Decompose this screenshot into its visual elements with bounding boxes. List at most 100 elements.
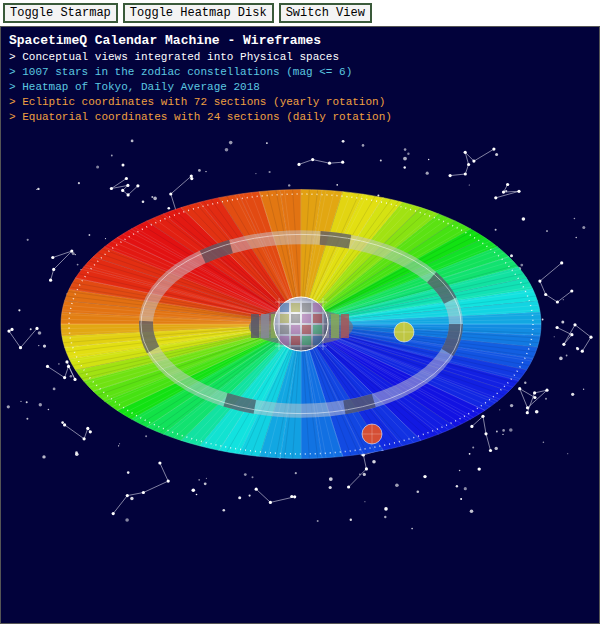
star bbox=[364, 501, 365, 502]
constellation bbox=[449, 148, 496, 178]
star bbox=[502, 429, 505, 432]
star bbox=[423, 475, 426, 478]
toolbar-button[interactable]: Toggle Starmap bbox=[3, 3, 118, 23]
star bbox=[566, 355, 568, 357]
constellation bbox=[255, 488, 297, 504]
constellation bbox=[297, 158, 344, 166]
star bbox=[119, 443, 120, 444]
star bbox=[127, 471, 130, 474]
star bbox=[426, 172, 429, 175]
star bbox=[38, 331, 42, 335]
star bbox=[288, 184, 290, 186]
star bbox=[384, 516, 386, 518]
star bbox=[571, 393, 574, 396]
star bbox=[377, 194, 379, 196]
star bbox=[464, 487, 467, 490]
star bbox=[198, 169, 201, 172]
star bbox=[75, 452, 79, 456]
toolbar: Toggle StarmapToggle Heatmap DiskSwitch … bbox=[0, 0, 600, 25]
star bbox=[36, 189, 37, 190]
star bbox=[153, 197, 157, 201]
constellation bbox=[110, 177, 140, 197]
star bbox=[145, 435, 147, 437]
star bbox=[576, 347, 579, 350]
star bbox=[252, 476, 254, 478]
star bbox=[20, 401, 21, 402]
star bbox=[151, 196, 153, 198]
star bbox=[53, 388, 56, 391]
star bbox=[576, 237, 577, 238]
constellation bbox=[49, 250, 73, 282]
star bbox=[542, 319, 544, 321]
star bbox=[350, 519, 352, 521]
constellation bbox=[556, 323, 593, 353]
star bbox=[77, 264, 79, 266]
star bbox=[229, 141, 233, 145]
toolbar-button[interactable]: Switch View bbox=[279, 3, 372, 23]
planet bbox=[394, 322, 414, 342]
star bbox=[574, 218, 576, 220]
star bbox=[563, 299, 564, 300]
planet bbox=[362, 424, 382, 444]
star bbox=[192, 488, 196, 492]
star bbox=[362, 144, 365, 147]
star bbox=[502, 434, 503, 435]
star bbox=[459, 470, 461, 472]
star bbox=[329, 486, 332, 489]
star bbox=[255, 173, 256, 174]
star bbox=[510, 254, 513, 257]
star bbox=[403, 157, 407, 161]
star bbox=[582, 226, 585, 229]
constellation bbox=[518, 387, 549, 414]
star bbox=[48, 409, 50, 411]
star bbox=[372, 460, 376, 464]
star bbox=[42, 455, 45, 458]
star bbox=[404, 148, 407, 151]
star bbox=[509, 428, 513, 432]
heatmap-section bbox=[259, 190, 301, 324]
star bbox=[545, 398, 547, 400]
star bbox=[470, 510, 474, 514]
star bbox=[205, 171, 206, 172]
star bbox=[404, 166, 406, 168]
star bbox=[522, 217, 526, 221]
star bbox=[561, 321, 564, 324]
star bbox=[469, 184, 470, 185]
star bbox=[75, 254, 76, 255]
star bbox=[198, 479, 200, 481]
star bbox=[559, 357, 563, 361]
star bbox=[428, 159, 429, 160]
star bbox=[496, 431, 498, 433]
info-line: > Equatorial coordinates with 24 section… bbox=[9, 110, 591, 124]
star bbox=[329, 477, 333, 481]
star bbox=[499, 409, 500, 410]
title: SpacetimeQ Calendar Machine - Wireframes bbox=[9, 33, 591, 49]
star bbox=[118, 445, 119, 446]
star bbox=[495, 229, 497, 231]
star bbox=[546, 230, 548, 232]
star bbox=[380, 159, 382, 161]
star bbox=[269, 171, 271, 173]
info-overlay: SpacetimeQ Calendar Machine - Wireframes… bbox=[1, 27, 599, 124]
star bbox=[111, 155, 113, 157]
star bbox=[61, 421, 64, 424]
star bbox=[495, 447, 498, 450]
canvas-panel: SpacetimeQ Calendar Machine - Wireframes… bbox=[0, 26, 600, 624]
info-line: > Conceptual views integrated into Physi… bbox=[9, 50, 591, 64]
star bbox=[411, 528, 413, 530]
star bbox=[122, 164, 125, 167]
star bbox=[407, 153, 409, 155]
star bbox=[395, 483, 399, 487]
star bbox=[342, 140, 345, 143]
star bbox=[27, 239, 29, 241]
star bbox=[249, 495, 251, 497]
star bbox=[554, 336, 555, 337]
star bbox=[30, 328, 32, 330]
toolbar-button[interactable]: Toggle Heatmap Disk bbox=[123, 3, 274, 23]
info-line: > Heatmap of Tokyo, Daily Average 2018 bbox=[9, 80, 591, 94]
star bbox=[26, 418, 28, 420]
star bbox=[142, 201, 145, 204]
star bbox=[89, 234, 91, 236]
star bbox=[478, 467, 481, 470]
earth-globe bbox=[249, 297, 353, 351]
